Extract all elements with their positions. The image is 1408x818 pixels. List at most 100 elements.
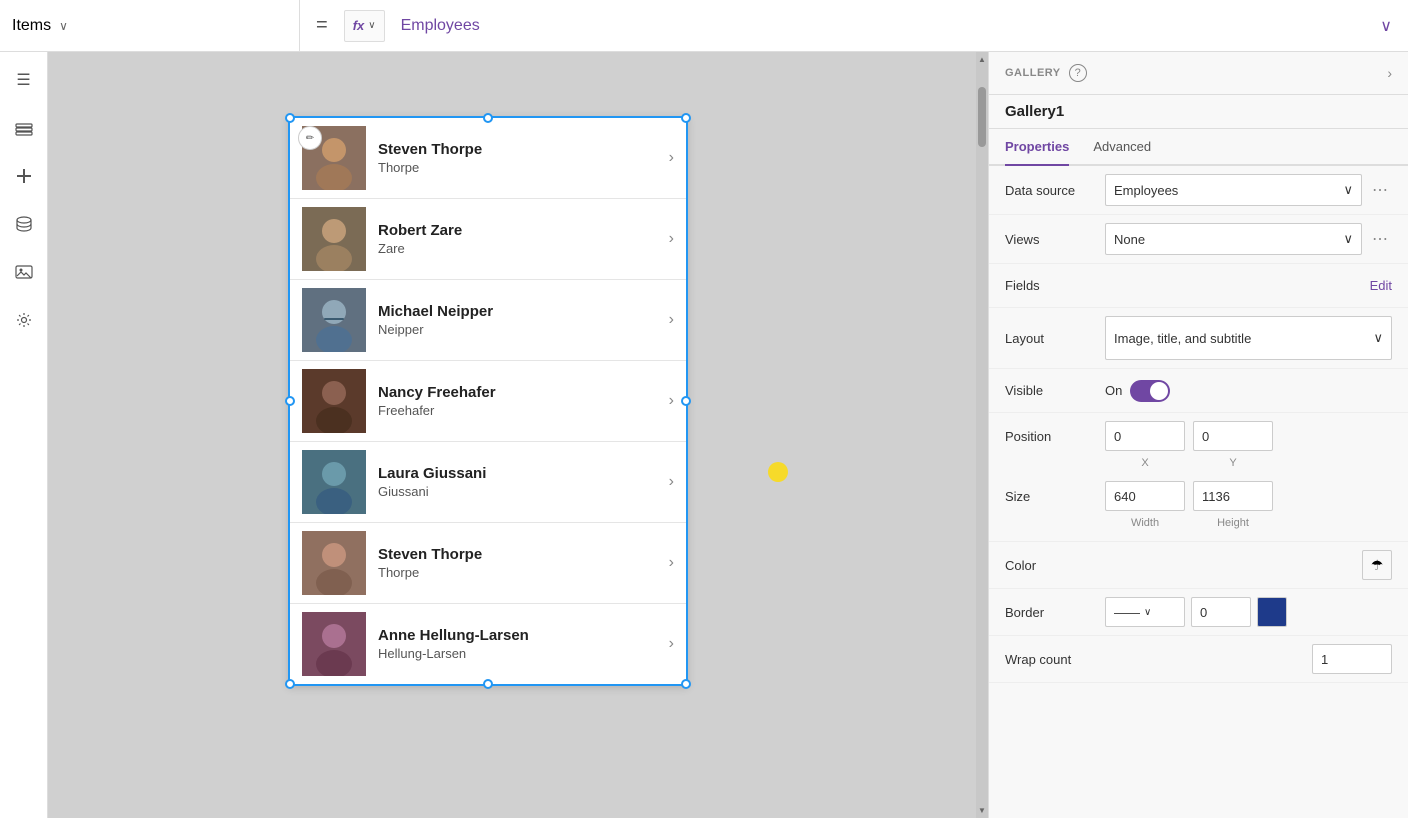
- handle-bottom-center[interactable]: [483, 679, 493, 689]
- sidebar-layers-icon[interactable]: [8, 112, 40, 144]
- border-style-dropdown[interactable]: —— ∨: [1105, 597, 1185, 627]
- views-value: None: [1114, 232, 1343, 247]
- gallery-item-text-2: Robert Zare Zare: [378, 222, 661, 256]
- sidebar-database-icon[interactable]: [8, 208, 40, 240]
- avatar-robert-zare: [302, 207, 366, 271]
- gallery-item-6[interactable]: Steven Thorpe Thorpe ›: [290, 523, 686, 604]
- color-label: Color: [1005, 558, 1105, 573]
- handle-bottom-left[interactable]: [285, 679, 295, 689]
- fields-edit-link[interactable]: Edit: [1370, 278, 1392, 293]
- border-dash-icon: ——: [1114, 605, 1140, 620]
- sidebar-add-icon[interactable]: [8, 160, 40, 192]
- canvas-scrollbar[interactable]: ▲ ▼: [976, 52, 988, 818]
- panel-row-layout: Layout Image, title, and subtitle ∨: [989, 308, 1408, 369]
- fields-control: Edit: [1105, 278, 1392, 293]
- wrap-count-value: 1: [1321, 652, 1328, 667]
- panel-row-datasource: Data source Employees ∨ ⋯: [989, 166, 1408, 215]
- position-y-input[interactable]: 0: [1193, 421, 1273, 451]
- fx-button[interactable]: fx ∨: [344, 10, 385, 42]
- scrollbar-thumb[interactable]: [978, 87, 986, 147]
- panel-help-icon[interactable]: ?: [1069, 64, 1087, 82]
- gallery-item-7[interactable]: Anne Hellung-Larsen Hellung-Larsen ›: [290, 604, 686, 684]
- position-section: Position 0 0 X Y: [989, 413, 1408, 481]
- gallery-item-text-4: Nancy Freehafer Freehafer: [378, 384, 661, 418]
- gallery-item-text-6: Steven Thorpe Thorpe: [378, 546, 661, 580]
- panel-gallery-name: Gallery1: [989, 95, 1408, 129]
- gallery-item-4[interactable]: Nancy Freehafer Freehafer ›: [290, 361, 686, 442]
- gallery-item-name-4: Nancy Freehafer: [378, 384, 661, 401]
- position-x-label: X: [1105, 457, 1185, 469]
- panel-expand-icon[interactable]: ›: [1387, 65, 1392, 81]
- gallery-item-chevron-1[interactable]: ›: [669, 149, 674, 167]
- views-label: Views: [1005, 232, 1105, 247]
- visible-control: On: [1105, 380, 1392, 402]
- gallery-item-chevron-3[interactable]: ›: [669, 311, 674, 329]
- size-height-input[interactable]: 1136: [1193, 481, 1273, 511]
- gallery-item-name-5: Laura Giussani: [378, 465, 661, 482]
- gallery-item-2[interactable]: Robert Zare Zare ›: [290, 199, 686, 280]
- gallery-item-chevron-4[interactable]: ›: [669, 392, 674, 410]
- gallery-item-5[interactable]: Laura Giussani Giussani ›: [290, 442, 686, 523]
- border-style-chevron-icon: ∨: [1144, 607, 1151, 618]
- layout-dropdown[interactable]: Image, title, and subtitle ∨: [1105, 316, 1392, 360]
- gallery-item-chevron-5[interactable]: ›: [669, 473, 674, 491]
- gallery-item-3[interactable]: Michael Neipper Neipper ›: [290, 280, 686, 361]
- position-y-label: Y: [1193, 457, 1273, 469]
- scrollbar-up-arrow[interactable]: ▲: [978, 52, 986, 67]
- gallery-edit-icon[interactable]: ✏: [298, 126, 322, 150]
- gallery-item-chevron-2[interactable]: ›: [669, 230, 674, 248]
- sidebar-hamburger-icon[interactable]: ☰: [8, 64, 40, 96]
- position-x-input[interactable]: 0: [1105, 421, 1185, 451]
- color-swatch[interactable]: ☂: [1362, 550, 1392, 580]
- gallery-item-name-3: Michael Neipper: [378, 303, 661, 320]
- formula-bar[interactable]: Employees ∨: [385, 16, 1408, 36]
- scrollbar-down-arrow[interactable]: ▼: [978, 803, 986, 818]
- fx-chevron-icon: ∨: [368, 20, 375, 31]
- gallery-item-chevron-6[interactable]: ›: [669, 554, 674, 572]
- border-color-swatch[interactable]: [1257, 597, 1287, 627]
- border-width-input[interactable]: 0: [1191, 597, 1251, 627]
- left-sidebar: ☰: [0, 52, 48, 818]
- panel-section-label: GALLERY: [1005, 67, 1061, 79]
- layout-control: Image, title, and subtitle ∨: [1105, 316, 1392, 360]
- wrap-count-control: 1: [1105, 644, 1392, 674]
- tab-advanced[interactable]: Advanced: [1093, 129, 1151, 166]
- data-source-dropdown[interactable]: Employees ∨: [1105, 174, 1362, 206]
- position-labels: X Y: [1105, 455, 1273, 473]
- handle-top-right[interactable]: [681, 113, 691, 123]
- handle-top-center[interactable]: [483, 113, 493, 123]
- views-more-icon[interactable]: ⋯: [1368, 229, 1392, 249]
- wrap-count-input[interactable]: 1: [1312, 644, 1392, 674]
- position-label: Position: [1005, 429, 1105, 444]
- views-dropdown[interactable]: None ∨: [1105, 223, 1362, 255]
- gallery-item-1[interactable]: Steven Thorpe Thorpe ›: [290, 118, 686, 199]
- sidebar-tools-icon[interactable]: [8, 304, 40, 336]
- panel-row-color: Color ☂: [989, 542, 1408, 589]
- gallery-item-sub-4: Freehafer: [378, 403, 661, 418]
- visible-toggle-row: On: [1105, 380, 1170, 402]
- equals-symbol: =: [300, 14, 344, 37]
- data-source-value: Employees: [1114, 183, 1343, 198]
- handle-middle-right[interactable]: [681, 396, 691, 406]
- visible-on-label: On: [1105, 383, 1122, 398]
- tab-properties[interactable]: Properties: [1005, 129, 1069, 166]
- sidebar-media-icon[interactable]: [8, 256, 40, 288]
- gallery-item-sub-3: Neipper: [378, 322, 661, 337]
- handle-bottom-right[interactable]: [681, 679, 691, 689]
- gallery-item-text-7: Anne Hellung-Larsen Hellung-Larsen: [378, 627, 661, 661]
- visible-toggle[interactable]: [1130, 380, 1170, 402]
- items-dropdown[interactable]: Items ∨: [0, 0, 300, 51]
- gallery-item-chevron-7[interactable]: ›: [669, 635, 674, 653]
- panel-row-border: Border —— ∨ 0: [989, 589, 1408, 636]
- size-width-input[interactable]: 640: [1105, 481, 1185, 511]
- handle-middle-left[interactable]: [285, 396, 295, 406]
- visible-label: Visible: [1005, 383, 1105, 398]
- border-width-value: 0: [1200, 605, 1207, 620]
- handle-top-left[interactable]: [285, 113, 295, 123]
- avatar-nancy-freehafer: [302, 369, 366, 433]
- data-source-more-icon[interactable]: ⋯: [1368, 180, 1392, 200]
- gallery-widget[interactable]: ✏ Steven Thorpe Thorpe › Robert Zare: [288, 116, 688, 686]
- gallery-item-text-5: Laura Giussani Giussani: [378, 465, 661, 499]
- gallery-item-name-2: Robert Zare: [378, 222, 661, 239]
- gallery-item-sub-2: Zare: [378, 241, 661, 256]
